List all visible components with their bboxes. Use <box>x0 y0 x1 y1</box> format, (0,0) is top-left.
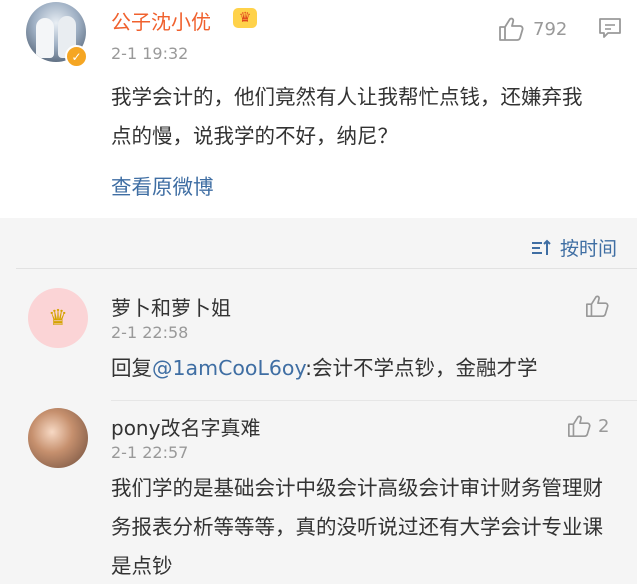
divider <box>16 268 637 269</box>
commenter-name[interactable]: 萝卜和萝卜姐 <box>111 292 231 321</box>
comment-icon[interactable] <box>597 16 623 40</box>
post-timestamp: 2-1 19:32 <box>111 44 189 63</box>
comments-section: 按时间 ♛ 萝卜和萝卜姐 2-1 22:58 回复@1amCooL6oy:会计不… <box>0 218 637 584</box>
comment-timestamp: 2-1 22:57 <box>111 443 189 462</box>
reply-prefix: 回复 <box>111 356 152 380</box>
comment-like-button[interactable] <box>584 294 610 318</box>
post-like-button[interactable]: 792 <box>497 16 567 42</box>
sort-icon <box>531 239 551 255</box>
thumbs-up-icon <box>499 17 524 41</box>
commenter-avatar[interactable] <box>28 408 88 468</box>
crown-icon: ♛ <box>48 305 68 331</box>
crown-icon: ♛ <box>233 8 257 28</box>
comment-text: 我们学的是基础会计中级会计高级会计审计财务管理财务报表分析等等等，真的没听说过还… <box>111 476 603 578</box>
comment-timestamp: 2-1 22:58 <box>111 323 189 342</box>
post-like-count: 792 <box>533 18 568 40</box>
commenter-avatar[interactable]: ♛ <box>28 288 88 348</box>
post-card: ✓ 公子沈小优 ♛ 2-1 19:32 792 我学会计的，他们竟然有人让我帮忙… <box>0 0 637 218</box>
verified-badge-icon: ✓ <box>65 45 88 68</box>
view-original-link[interactable]: 查看原微博 <box>111 170 214 200</box>
comment-like-button[interactable]: 2 <box>566 414 609 438</box>
divider <box>111 400 637 401</box>
mention-link[interactable]: @1amCooL6oy <box>152 356 305 380</box>
sort-toggle[interactable]: 按时间 <box>530 234 617 261</box>
thumbs-up-icon <box>586 295 609 317</box>
post-author-name[interactable]: 公子沈小优 <box>111 6 211 35</box>
thumbs-up-icon <box>568 415 591 437</box>
commenter-name[interactable]: pony改名字真难 <box>111 412 260 441</box>
comment-text: 回复@1amCooL6oy:会计不学点钞，金融才学 <box>111 349 611 388</box>
comment-body: :会计不学点钞，金融才学 <box>305 356 538 380</box>
post-content: 我学会计的，他们竟然有人让我帮忙点钱，还嫌弃我点的慢，说我学的不好，纳尼？ <box>111 85 583 148</box>
sort-label: 按时间 <box>559 238 617 260</box>
comment-like-count: 2 <box>598 415 610 437</box>
